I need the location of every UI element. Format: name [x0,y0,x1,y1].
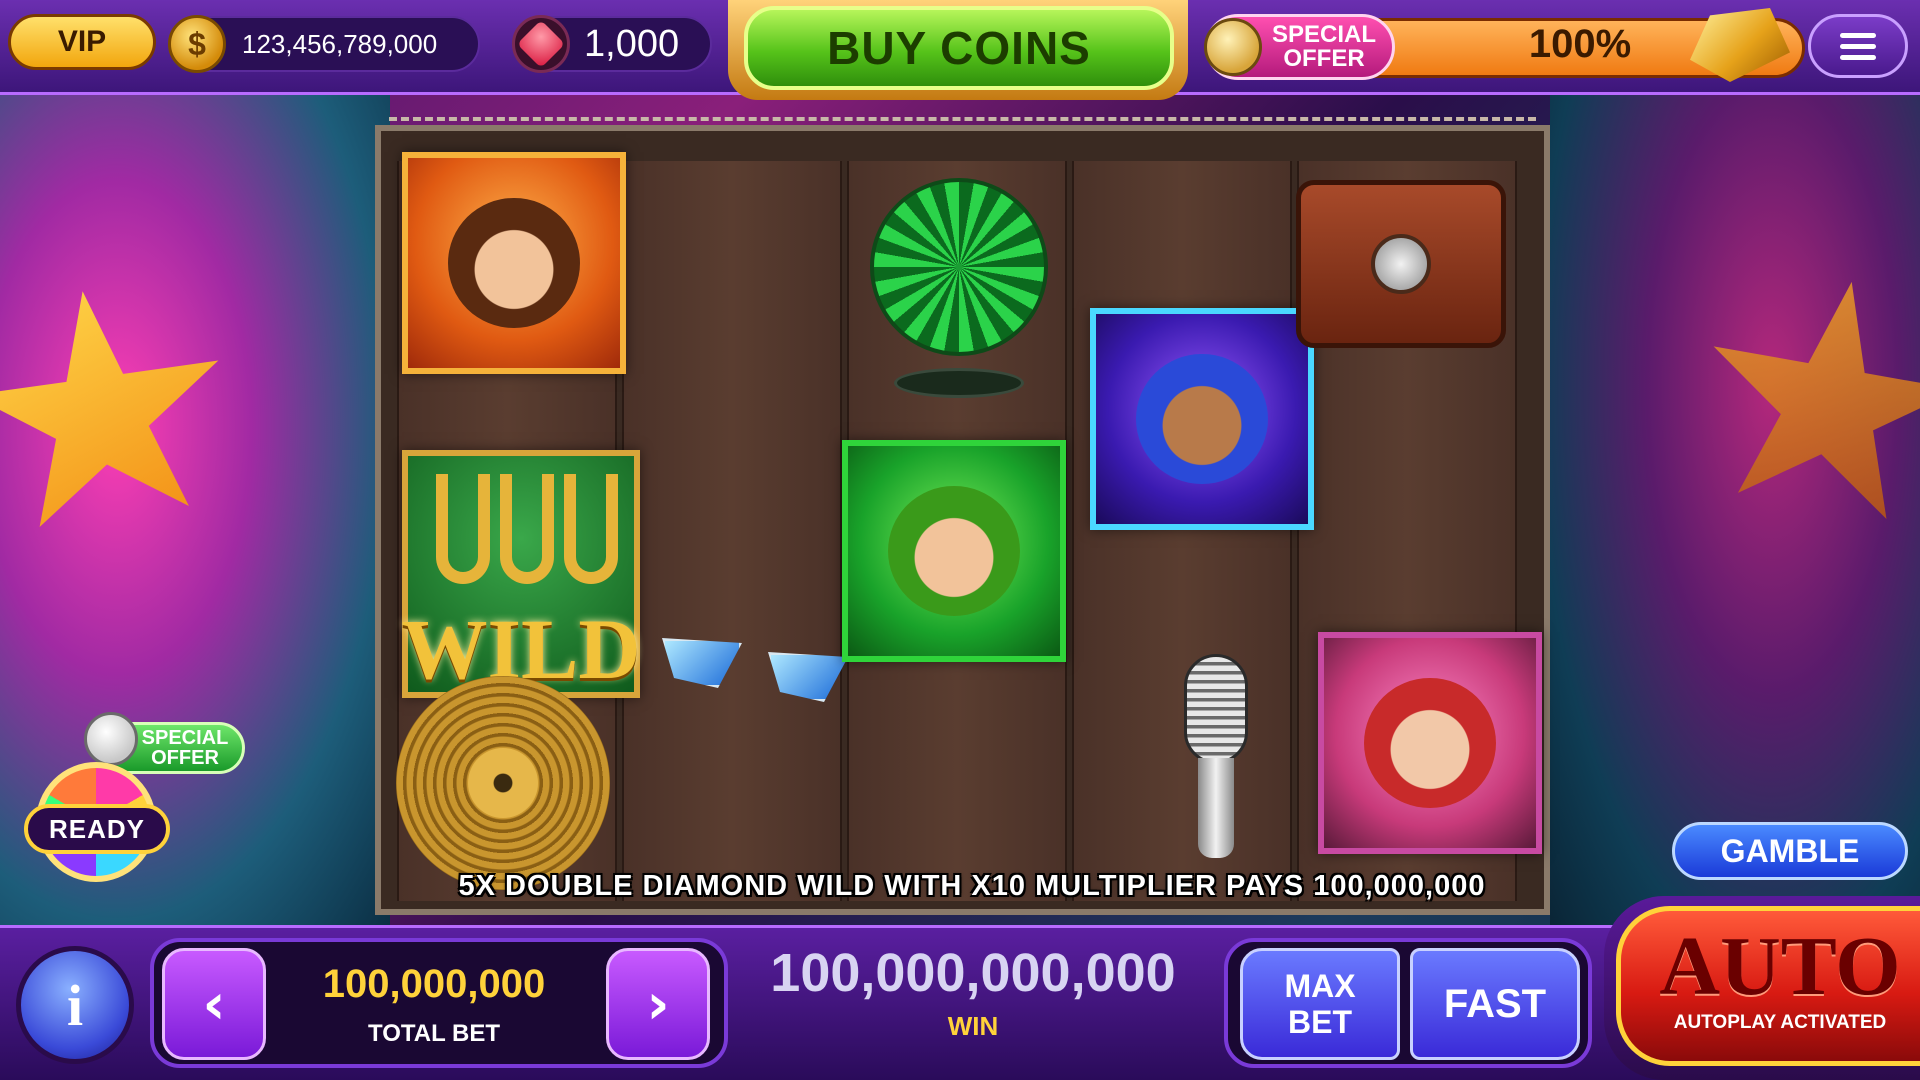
dj-headphones-symbol [1090,308,1314,530]
menu-button[interactable] [1808,14,1908,78]
max-bet-line1: MAX [1284,968,1356,1004]
side-offer-line1: SPECIAL [141,727,229,749]
sunglasses-symbol [660,630,860,710]
red-girl-face [1364,677,1496,809]
special-offer-label: SPECIAL OFFER [1272,23,1376,71]
background-right-stage [1550,95,1920,925]
autoplay-status: AUTOPLAY ACTIVATED [1673,1012,1887,1033]
radio-dial [1371,234,1431,294]
win-line-message: 5X DOUBLE DIAMOND WILD WITH X10 MULTIPLI… [458,870,1486,902]
microphone-body [1198,758,1234,858]
stopwatch-icon [84,712,138,766]
vip-label: VIP [57,25,107,58]
gamble-button[interactable]: GAMBLE [1672,822,1908,880]
total-bet-value: 100,000,000 [322,962,546,1006]
green-girl-face [888,485,1020,617]
red-hair-girl-symbol [1318,632,1542,854]
retro-radio-symbol [1296,180,1506,348]
decrease-bet-button[interactable]: ‹ [162,948,266,1060]
special-offer-progress-text: 100% [1528,22,1632,66]
fast-label: FAST [1443,981,1547,1026]
horseshoe-icon [500,474,554,584]
green-hair-girl-symbol [842,440,1066,662]
info-button[interactable]: i [16,946,134,1064]
ready-label: READY [48,813,145,844]
microphone-symbol [1176,646,1256,866]
max-bet-button[interactable]: MAX BET [1240,948,1400,1060]
side-offer-line2: OFFER [151,747,219,769]
horseshoe-icon [436,474,490,584]
gem-balance: 1,000 [512,15,712,73]
special-offer-line1: SPECIAL [1272,21,1377,48]
disco-man-face [448,197,580,329]
hamburger-icon [1840,32,1876,38]
vip-button[interactable]: VIP [8,14,156,70]
disco-ball-stand [894,368,1024,398]
dj-face [1136,353,1268,485]
special-offer-button[interactable]: SPECIAL OFFER [1204,14,1395,80]
chevron-left-icon: ‹ [202,971,226,1037]
microphone-head [1184,654,1248,764]
record-hub [468,748,538,818]
stopwatch-icon [1204,18,1262,76]
sunglasses-lens [768,652,848,702]
increase-bet-button[interactable]: › [606,948,710,1060]
sunglasses-lens [662,638,742,688]
coin-balance: $ 123,456,789,000 [168,15,480,73]
gem-balance-value: 1,000 [584,22,680,65]
special-offer-line2: OFFER [1283,45,1365,72]
win-value: 100,000,000,000 [770,943,1176,1003]
ready-button[interactable]: READY [24,804,170,854]
info-icon: i [66,972,84,1038]
auto-label[interactable]: AUTO [1640,918,1920,1015]
horseshoe-wild-symbol: WILD [402,450,640,698]
buy-coins-button[interactable]: BUY COINS [744,6,1174,90]
disco-ball-symbol [870,178,1048,356]
win-label: WIN [947,1011,999,1041]
gamble-label: GAMBLE [1720,832,1860,869]
gem-icon [512,15,570,73]
reel-2 [622,161,842,901]
disco-man-symbol [402,152,626,374]
total-bet-label: TOTAL BET [368,1020,500,1047]
coin-symbol: $ [188,25,206,62]
coin-balance-value: 123,456,789,000 [242,28,438,59]
max-bet-line2: BET [1287,1004,1352,1040]
buy-coins-label: BUY COINS [827,22,1091,74]
coin-icon: $ [168,15,226,73]
gold-record-symbol [396,676,610,890]
fast-spin-button[interactable]: FAST [1410,948,1580,1060]
horseshoe-icon [564,474,618,584]
chevron-right-icon: › [646,971,670,1037]
